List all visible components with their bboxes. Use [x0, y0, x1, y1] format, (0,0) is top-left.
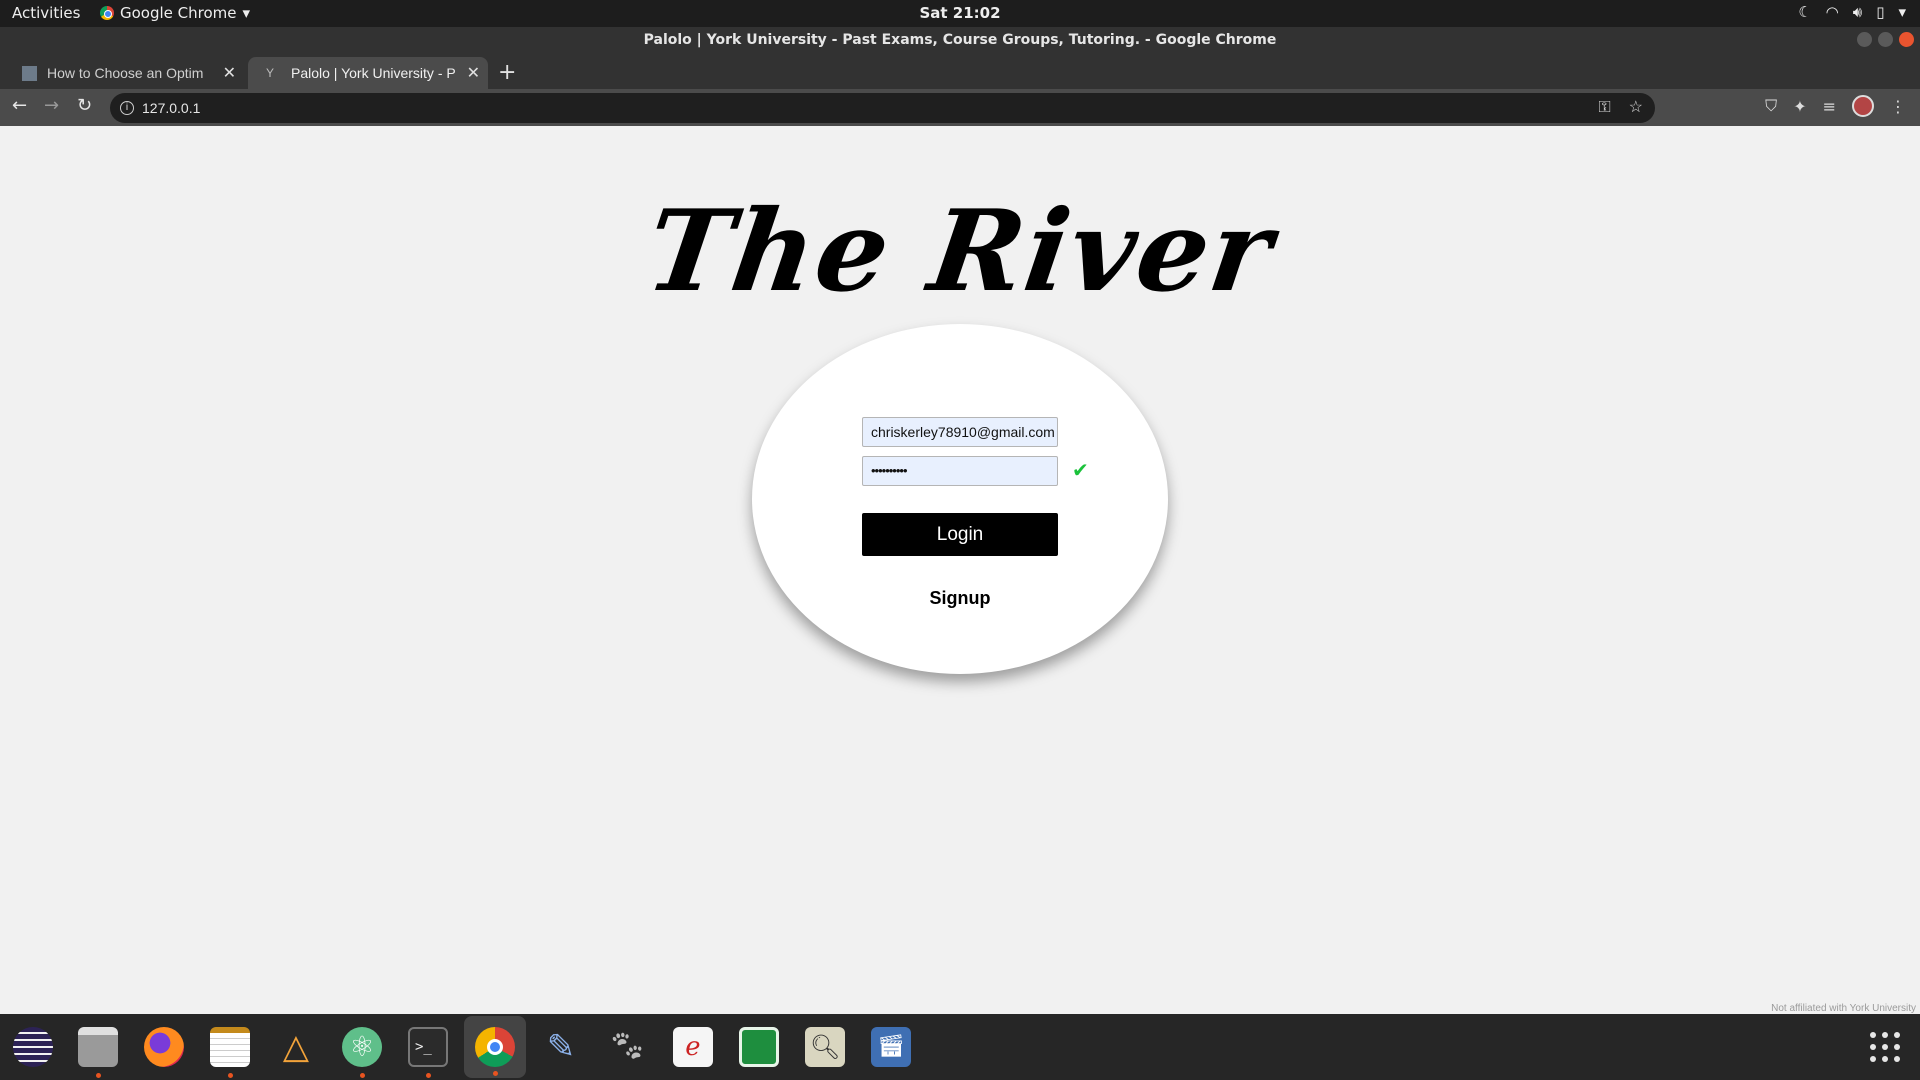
spreadsheet-icon: [739, 1027, 779, 1067]
night-light-icon: ☾: [1798, 3, 1812, 21]
dock-files[interactable]: [73, 1022, 123, 1078]
dock-paint[interactable]: ✎: [536, 1022, 586, 1072]
maximize-button[interactable]: [1878, 32, 1893, 47]
password-field[interactable]: ••••••••••: [862, 456, 1058, 486]
dock-spreadsheet[interactable]: [734, 1022, 784, 1072]
dock-image-viewer[interactable]: 🔍︎: [800, 1022, 850, 1072]
favicon-icon: [22, 65, 37, 81]
signup-link[interactable]: Signup: [752, 588, 1168, 609]
media-icon[interactable]: ≡: [1823, 97, 1836, 116]
gimp-icon: 🐾︎: [607, 1029, 647, 1064]
files-icon: [78, 1027, 118, 1067]
window-title: Palolo | York University - Past Exams, C…: [643, 32, 1277, 48]
clock[interactable]: Sat 21:02: [0, 4, 1920, 22]
shield-icon[interactable]: ⛉: [1765, 96, 1777, 116]
forward-icon[interactable]: →: [44, 95, 59, 116]
extensions-icon[interactable]: ✦: [1793, 97, 1806, 116]
tab-palolo[interactable]: Y Palolo | York University - P ✕: [248, 57, 488, 89]
atom-icon: ⚛: [342, 1027, 382, 1067]
close-tab-icon[interactable]: ✕: [223, 63, 236, 83]
reload-icon[interactable]: ↻: [77, 95, 92, 116]
menu-icon[interactable]: ⋮: [1890, 97, 1906, 116]
close-window-button[interactable]: [1899, 32, 1914, 47]
email-field[interactable]: chriskerley78910@gmail.com: [862, 417, 1058, 447]
firefox-icon: [144, 1027, 184, 1067]
eclipse-icon: [13, 1027, 53, 1067]
system-tray[interactable]: ☾ ◠ 🔊︎ ▯ ▾: [1798, 3, 1906, 21]
system-top-bar: Activities Google Chrome ▾ Sat 21:02 ☾ ◠…: [0, 0, 1920, 27]
key-icon[interactable]: ⚿: [1598, 93, 1610, 123]
video-icon: 🎬︎: [871, 1027, 911, 1067]
dock-terminal[interactable]: >_: [403, 1022, 453, 1078]
image-viewer-icon: 🔍︎: [805, 1027, 845, 1067]
chevron-down-icon: ▾: [1898, 3, 1906, 21]
volume-icon: 🔊︎: [1852, 3, 1863, 21]
page-content: The River chriskerley78910@gmail.com •••…: [0, 126, 1920, 1014]
dock-gimp[interactable]: 🐾︎: [602, 1022, 652, 1072]
minimize-button[interactable]: [1857, 32, 1872, 47]
dock-eclipse[interactable]: [8, 1022, 58, 1072]
address-bar[interactable]: i 127.0.0.1 ⚿ ☆: [110, 93, 1655, 123]
login-button[interactable]: Login: [862, 513, 1058, 556]
back-icon[interactable]: ←: [12, 95, 27, 116]
tab-title: Palolo | York University - P: [291, 65, 456, 81]
dock-text-editor[interactable]: [205, 1022, 255, 1078]
dock-drawing[interactable]: △: [271, 1022, 321, 1072]
dock-firefox[interactable]: [139, 1022, 189, 1072]
new-tab-button[interactable]: +: [498, 60, 516, 85]
url-text: 127.0.0.1: [142, 100, 201, 116]
checkmark-icon: ✔: [1072, 458, 1089, 482]
dock-atom[interactable]: ⚛: [337, 1022, 387, 1078]
bookmark-star-icon[interactable]: ☆: [1629, 93, 1643, 123]
footer-note: Not affiliated with York University: [1771, 1003, 1916, 1014]
wifi-icon: ◠: [1825, 3, 1839, 21]
tab-optimal[interactable]: How to Choose an Optim ✕: [4, 57, 244, 89]
paint-brush-icon: ✎: [546, 1027, 576, 1067]
window-titlebar[interactable]: Palolo | York University - Past Exams, C…: [0, 27, 1920, 53]
dock: △ ⚛ >_ ✎ 🐾︎ ℯ 🔍︎ 🎬︎: [0, 1014, 1920, 1080]
favicon-icon: Y: [266, 65, 275, 80]
battery-icon: ▯: [1876, 3, 1885, 21]
login-card: chriskerley78910@gmail.com •••••••••• ✔ …: [752, 324, 1168, 674]
dock-chrome[interactable]: [464, 1016, 526, 1078]
site-logo: The River: [638, 186, 1282, 317]
info-icon[interactable]: i: [120, 101, 134, 115]
tab-title: How to Choose an Optim: [47, 65, 204, 81]
pdf-icon: ℯ: [673, 1027, 713, 1067]
drawing-icon: △: [282, 1027, 310, 1067]
close-tab-icon[interactable]: ✕: [467, 63, 480, 83]
chrome-icon: [475, 1027, 515, 1067]
browser-toolbar: ← → ↻ i 127.0.0.1 ⚿ ☆ ⛉ ✦ ≡ ⋮: [0, 89, 1920, 126]
dock-pdf-viewer[interactable]: ℯ: [668, 1022, 718, 1072]
tab-strip: How to Choose an Optim ✕ Y Palolo | York…: [0, 53, 1920, 89]
show-applications-icon[interactable]: [1870, 1032, 1900, 1062]
profile-avatar[interactable]: [1852, 95, 1874, 117]
dock-video[interactable]: 🎬︎: [866, 1022, 916, 1072]
terminal-icon: >_: [408, 1027, 448, 1067]
text-editor-icon: [210, 1027, 250, 1067]
